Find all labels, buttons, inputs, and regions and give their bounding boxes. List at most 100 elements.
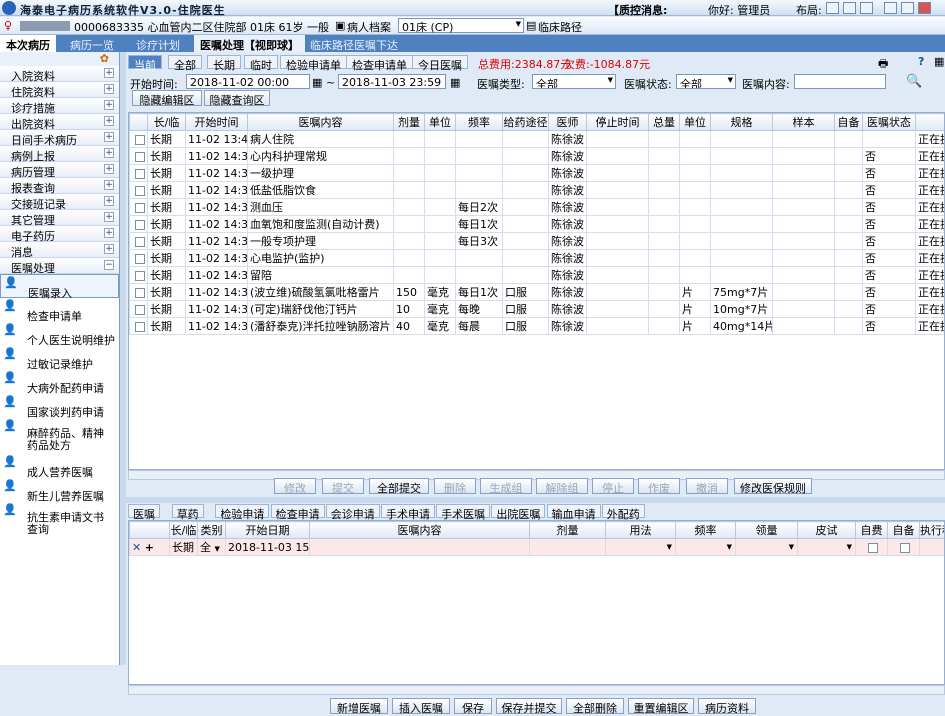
tab-treatment-plan[interactable]: 诊疗计划 (136, 37, 180, 53)
submit-all-button[interactable]: 全部提交 (369, 478, 429, 494)
tab-long-term[interactable]: 长期 (207, 55, 241, 69)
entry-tab[interactable]: 手术医嘱 (436, 504, 490, 518)
entry-dose-input[interactable] (530, 539, 606, 556)
tab-current-record[interactable]: 本次病历 (0, 35, 56, 52)
sub-order-entry[interactable]: 👤医嘱录入 (0, 274, 119, 298)
orders-col-header[interactable]: 单位 (425, 114, 456, 131)
menu-shift-record[interactable]: 交接班记录+ (0, 194, 119, 210)
table-row[interactable]: 长期11-02 14:32留陪陈徐波否正在执行心血管 (130, 267, 945, 284)
orders-col-header[interactable]: 给药途径 (503, 114, 549, 131)
panel-collapse-bar[interactable] (126, 497, 945, 503)
menu-case-report[interactable]: 病例上报+ (0, 146, 119, 162)
menu-admission[interactable]: 入院资料+ (0, 66, 119, 82)
sub-exam-request[interactable]: 👤检查申请单 (0, 298, 119, 322)
sub-allergy-record[interactable]: 👤过敏记录维护 (0, 346, 119, 370)
help-icon[interactable]: ? (918, 55, 924, 68)
quality-message-label[interactable]: 【质控消息: (608, 2, 667, 18)
new-order-button[interactable]: 新增医嘱 (330, 698, 388, 714)
entry-category-select[interactable]: 全 ▼ (198, 539, 226, 556)
entry-grid-hscrollbar[interactable] (128, 685, 945, 695)
table-row[interactable]: 长期11-02 14:32(可定)瑞舒伐他汀钙片10毫克每晚口服陈徐波片10mg… (130, 301, 945, 318)
orders-col-header[interactable]: 停止时间 (587, 114, 649, 131)
clinical-pathway-link[interactable]: 临床路径 (538, 19, 582, 35)
layout-2-icon[interactable] (843, 2, 856, 14)
row-checkbox[interactable] (130, 267, 148, 284)
row-checkbox[interactable] (130, 131, 148, 148)
table-row[interactable]: 长期11-02 14:32一般专项护理每日3次陈徐波否正在执行心血管 (130, 233, 945, 250)
table-row[interactable]: 长期11-02 14:32(波立维)硫酸氢氯吡格雷片150毫克每日1次口服陈徐波… (130, 284, 945, 301)
row-checkbox[interactable] (130, 318, 148, 335)
close-icon[interactable] (918, 2, 931, 14)
entry-usage-select[interactable]: ▼ (606, 539, 676, 556)
entry-tab[interactable]: 检查申请 (271, 504, 325, 518)
hide-query-area-button[interactable]: 隐藏查询区 (204, 90, 270, 106)
tab-current[interactable]: 当前 (128, 55, 162, 69)
row-checkbox[interactable] (130, 148, 148, 165)
sub-narcotic-prescription[interactable]: 👤麻醉药品、精神药品处方 (0, 418, 119, 454)
reset-edit-area-button[interactable]: 重置编辑区 (628, 698, 694, 714)
entry-self-pay-checkbox[interactable] (856, 539, 888, 556)
entry-skin-test-select[interactable]: ▼ (798, 539, 856, 556)
sub-antibiotic-query[interactable]: 👤抗生素申请文书查询 (0, 502, 119, 538)
menu-e-drug[interactable]: 电子药历+ (0, 226, 119, 242)
orders-col-header[interactable]: 医嘱状态 (863, 114, 916, 131)
row-checkbox[interactable] (130, 165, 148, 182)
tab-record-overview[interactable]: 病历一览 (70, 37, 114, 53)
menu-order-processing[interactable]: 医嘱处理− (0, 258, 119, 274)
sub-newborn-nutrition[interactable]: 👤新生儿营养医嘱 (0, 478, 119, 502)
save-submit-button[interactable]: 保存并提交 (496, 698, 562, 714)
end-time-input[interactable]: 2018-11-03 23:59 (338, 74, 446, 89)
table-row[interactable]: 长期11-02 14:32低盐低脂饮食陈徐波否正在执行心血管 (130, 182, 945, 199)
sidebar-tools-icon[interactable]: ✿ (100, 52, 109, 65)
sub-external-drug[interactable]: 👤大病外配药申请 (0, 370, 119, 394)
layout-1-icon[interactable] (826, 2, 839, 14)
calendar-icon[interactable]: ▦ (450, 76, 460, 89)
tab-all[interactable]: 全部 (168, 55, 202, 69)
entry-tab[interactable]: 检验申请 (215, 504, 269, 518)
delete-all-button[interactable]: 全部删除 (566, 698, 624, 714)
menu-treatment[interactable]: 诊疗措施+ (0, 98, 119, 114)
entry-tab[interactable]: 外配药 (602, 504, 645, 518)
table-row[interactable]: 长期11-02 14:32测血压每日2次陈徐波否正在执行心血管 (130, 199, 945, 216)
entry-start-date[interactable]: 2018-11-03 15:13 (226, 539, 310, 556)
orders-col-header[interactable]: 频率 (456, 114, 503, 131)
entry-quantity-select[interactable]: ▼ (736, 539, 798, 556)
entry-frequency-select[interactable]: ▼ (676, 539, 736, 556)
undo-button[interactable]: 撤消 (686, 478, 728, 494)
row-checkbox[interactable] (130, 216, 148, 233)
menu-hospital-data[interactable]: 住院资料+ (0, 82, 119, 98)
search-icon[interactable]: 🔍 (906, 74, 922, 89)
stop-button[interactable]: 停止 (592, 478, 634, 494)
row-checkbox[interactable] (130, 233, 148, 250)
orders-col-header[interactable]: 开始时间 (186, 114, 248, 131)
sub-negotiated-drug[interactable]: 👤国家谈判药申请 (0, 394, 119, 418)
calendar-icon[interactable]: ▦ (312, 76, 322, 89)
menu-record-management[interactable]: 病历管理+ (0, 162, 119, 178)
tab-lab-request[interactable]: 检验申请单 (280, 55, 347, 69)
tab-today-orders[interactable]: 今日医嘱 (412, 55, 468, 69)
modify-insurance-rules-button[interactable]: 修改医保规则 (734, 478, 812, 494)
save-button[interactable]: 保存 (454, 698, 492, 714)
entry-tab[interactable]: 手术申请 (381, 504, 435, 518)
hide-edit-area-button[interactable]: 隐藏编辑区 (132, 90, 202, 106)
minimize-icon[interactable] (884, 2, 897, 14)
entry-tab[interactable]: 出院医嘱 (491, 504, 545, 518)
orders-col-header[interactable]: 自备 (835, 114, 863, 131)
archive-icon[interactable]: ▣ (335, 19, 345, 32)
orders-col-header[interactable]: 规格 (711, 114, 773, 131)
tab-pathway-orders[interactable]: 临床路径医嘱下达 (310, 37, 398, 53)
orders-col-header[interactable]: 样本 (773, 114, 835, 131)
entry-dept-select[interactable]: ▼ (920, 539, 945, 556)
create-group-button[interactable]: 生成组 (480, 478, 532, 494)
cancel-row-icon[interactable]: ✕ (132, 541, 141, 554)
menu-day-surgery[interactable]: 日间手术病历+ (0, 130, 119, 146)
row-checkbox[interactable] (130, 182, 148, 199)
orders-col-header[interactable]: 总量 (649, 114, 680, 131)
start-time-input[interactable]: 2018-11-02 00:00 (186, 74, 310, 89)
delete-button[interactable]: 删除 (434, 478, 476, 494)
menu-report-query[interactable]: 报表查询+ (0, 178, 119, 194)
sub-doctor-notes[interactable]: 👤个人医生说明维护 (0, 322, 119, 346)
void-button[interactable]: 作废 (638, 478, 680, 494)
orders-col-header[interactable]: 剂量 (394, 114, 425, 131)
order-content-input[interactable] (794, 74, 886, 89)
